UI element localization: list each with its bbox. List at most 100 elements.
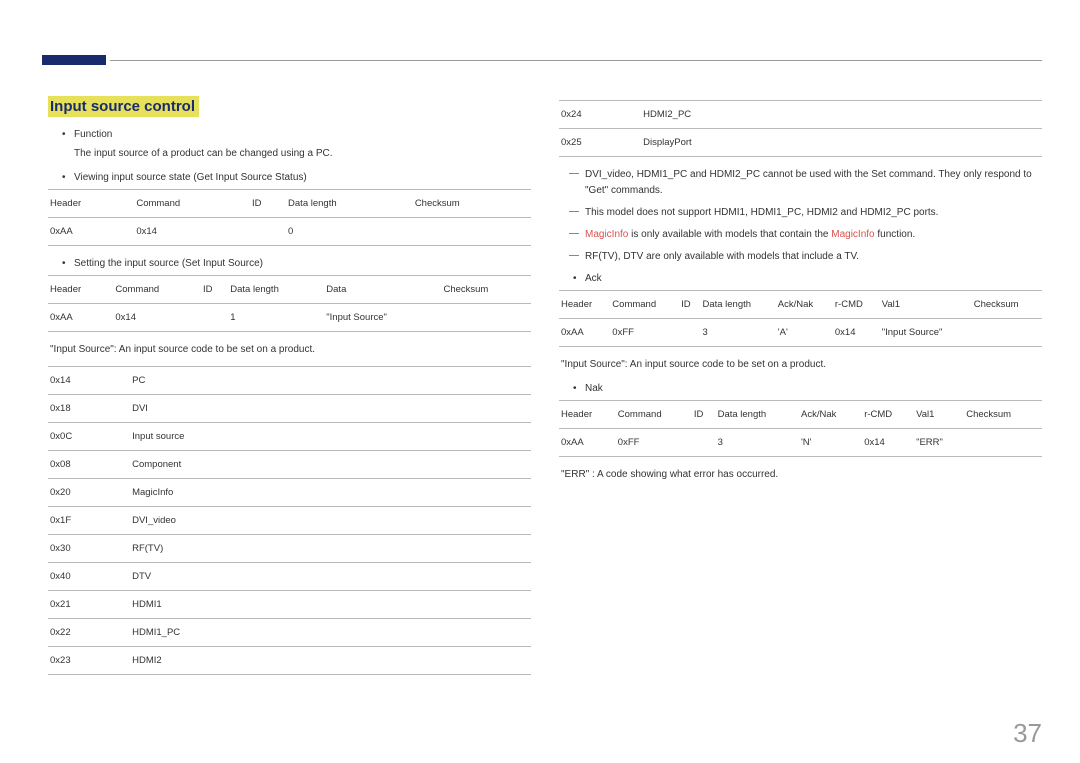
code-value: 0x25: [559, 129, 641, 157]
function-desc: The input source of a product can be cha…: [48, 146, 531, 162]
td: 0xFF: [616, 429, 692, 457]
code-value: 0x30: [48, 535, 130, 563]
th: Val1: [914, 401, 964, 429]
th: Header: [559, 291, 610, 319]
note-model: This model does not support HDMI1, HDMI1…: [559, 205, 1042, 221]
code-label: DTV: [130, 563, 531, 591]
code-value: 0x23: [48, 647, 130, 675]
left-column: Input source control Function The input …: [48, 96, 531, 685]
th: ID: [250, 190, 286, 218]
setting-label: Setting the input source (Set Input Sour…: [48, 256, 531, 271]
th: Command: [610, 291, 679, 319]
page-title: Input source control: [48, 96, 199, 117]
th: Data length: [286, 190, 413, 218]
td: 0x14: [862, 429, 914, 457]
th: Header: [48, 190, 134, 218]
th: Command: [616, 401, 692, 429]
code-label: PC: [130, 367, 531, 395]
td: 0: [286, 218, 413, 246]
page-number: 37: [1013, 718, 1042, 749]
th: r-CMD: [833, 291, 880, 319]
ack-note: "Input Source": An input source code to …: [559, 357, 1042, 373]
td: 0xAA: [559, 319, 610, 347]
td: 3: [716, 429, 799, 457]
right-column: 0x24HDMI2_PC0x25DisplayPort DVI_video, H…: [559, 96, 1042, 685]
text: function.: [875, 229, 916, 240]
code-value: 0x22: [48, 619, 130, 647]
header-marker: [42, 55, 106, 65]
code-value: 0x1F: [48, 507, 130, 535]
th: Data length: [228, 276, 324, 304]
td: [964, 429, 1042, 457]
function-label: Function: [48, 127, 531, 142]
input-source-note: "Input Source": An input source code to …: [48, 342, 531, 358]
text: is only available with models that conta…: [628, 229, 831, 240]
td: 3: [700, 319, 775, 347]
td: "Input Source": [324, 304, 441, 332]
td: 0xFF: [610, 319, 679, 347]
code-label: HDMI1: [130, 591, 531, 619]
th: ID: [201, 276, 228, 304]
td: 0x14: [134, 218, 250, 246]
code-value: 0x18: [48, 395, 130, 423]
td: "Input Source": [880, 319, 972, 347]
td: 'A': [776, 319, 833, 347]
th: Data length: [716, 401, 799, 429]
th: ID: [679, 291, 700, 319]
td: [692, 429, 716, 457]
code-label: DVI_video: [130, 507, 531, 535]
th: r-CMD: [862, 401, 914, 429]
code-label: Input source: [130, 423, 531, 451]
code-label: RF(TV): [130, 535, 531, 563]
magicinfo-red: MagicInfo: [585, 229, 628, 240]
th: Checksum: [413, 190, 531, 218]
td: [201, 304, 228, 332]
th: Checksum: [441, 276, 531, 304]
code-value: 0x08: [48, 451, 130, 479]
ack-label: Ack: [559, 271, 1042, 286]
code-label: HDMI1_PC: [130, 619, 531, 647]
td: 0xAA: [559, 429, 616, 457]
get-table: Header Command ID Data length Checksum 0…: [48, 189, 531, 246]
code-label: MagicInfo: [130, 479, 531, 507]
th: Val1: [880, 291, 972, 319]
nak-label: Nak: [559, 381, 1042, 396]
td: [972, 319, 1042, 347]
ack-table: Header Command ID Data length Ack/Nak r-…: [559, 290, 1042, 347]
nak-table: Header Command ID Data length Ack/Nak r-…: [559, 400, 1042, 457]
note-rftv: RF(TV), DTV are only available with mode…: [559, 249, 1042, 265]
magicinfo-red: MagicInfo: [831, 229, 874, 240]
th: Command: [134, 190, 250, 218]
th: ID: [692, 401, 716, 429]
th: Header: [559, 401, 616, 429]
td: 0x14: [113, 304, 201, 332]
code-value: 0x24: [559, 101, 641, 129]
code-value: 0x21: [48, 591, 130, 619]
viewing-label: Viewing input source state (Get Input So…: [48, 170, 531, 185]
th: Data length: [700, 291, 775, 319]
err-note: "ERR" : A code showing what error has oc…: [559, 467, 1042, 483]
note-dvi: DVI_video, HDMI1_PC and HDMI2_PC cannot …: [559, 167, 1042, 199]
th: Checksum: [964, 401, 1042, 429]
codes-table-left: 0x14PC0x18DVI0x0CInput source0x08Compone…: [48, 366, 531, 675]
code-label: HDMI2: [130, 647, 531, 675]
note-magicinfo: MagicInfo is only available with models …: [559, 227, 1042, 243]
codes-table-right: 0x24HDMI2_PC0x25DisplayPort: [559, 100, 1042, 157]
th: Ack/Nak: [799, 401, 862, 429]
th: Checksum: [972, 291, 1042, 319]
td: [413, 218, 531, 246]
td: 1: [228, 304, 324, 332]
th: Command: [113, 276, 201, 304]
header-rule: [110, 60, 1042, 61]
code-value: 0x40: [48, 563, 130, 591]
td: [441, 304, 531, 332]
th: Data: [324, 276, 441, 304]
set-table: Header Command ID Data length Data Check…: [48, 275, 531, 332]
code-value: 0x14: [48, 367, 130, 395]
td: 0x14: [833, 319, 880, 347]
code-label: DVI: [130, 395, 531, 423]
code-value: 0x0C: [48, 423, 130, 451]
td: 0xAA: [48, 218, 134, 246]
td: 'N': [799, 429, 862, 457]
td: "ERR": [914, 429, 964, 457]
